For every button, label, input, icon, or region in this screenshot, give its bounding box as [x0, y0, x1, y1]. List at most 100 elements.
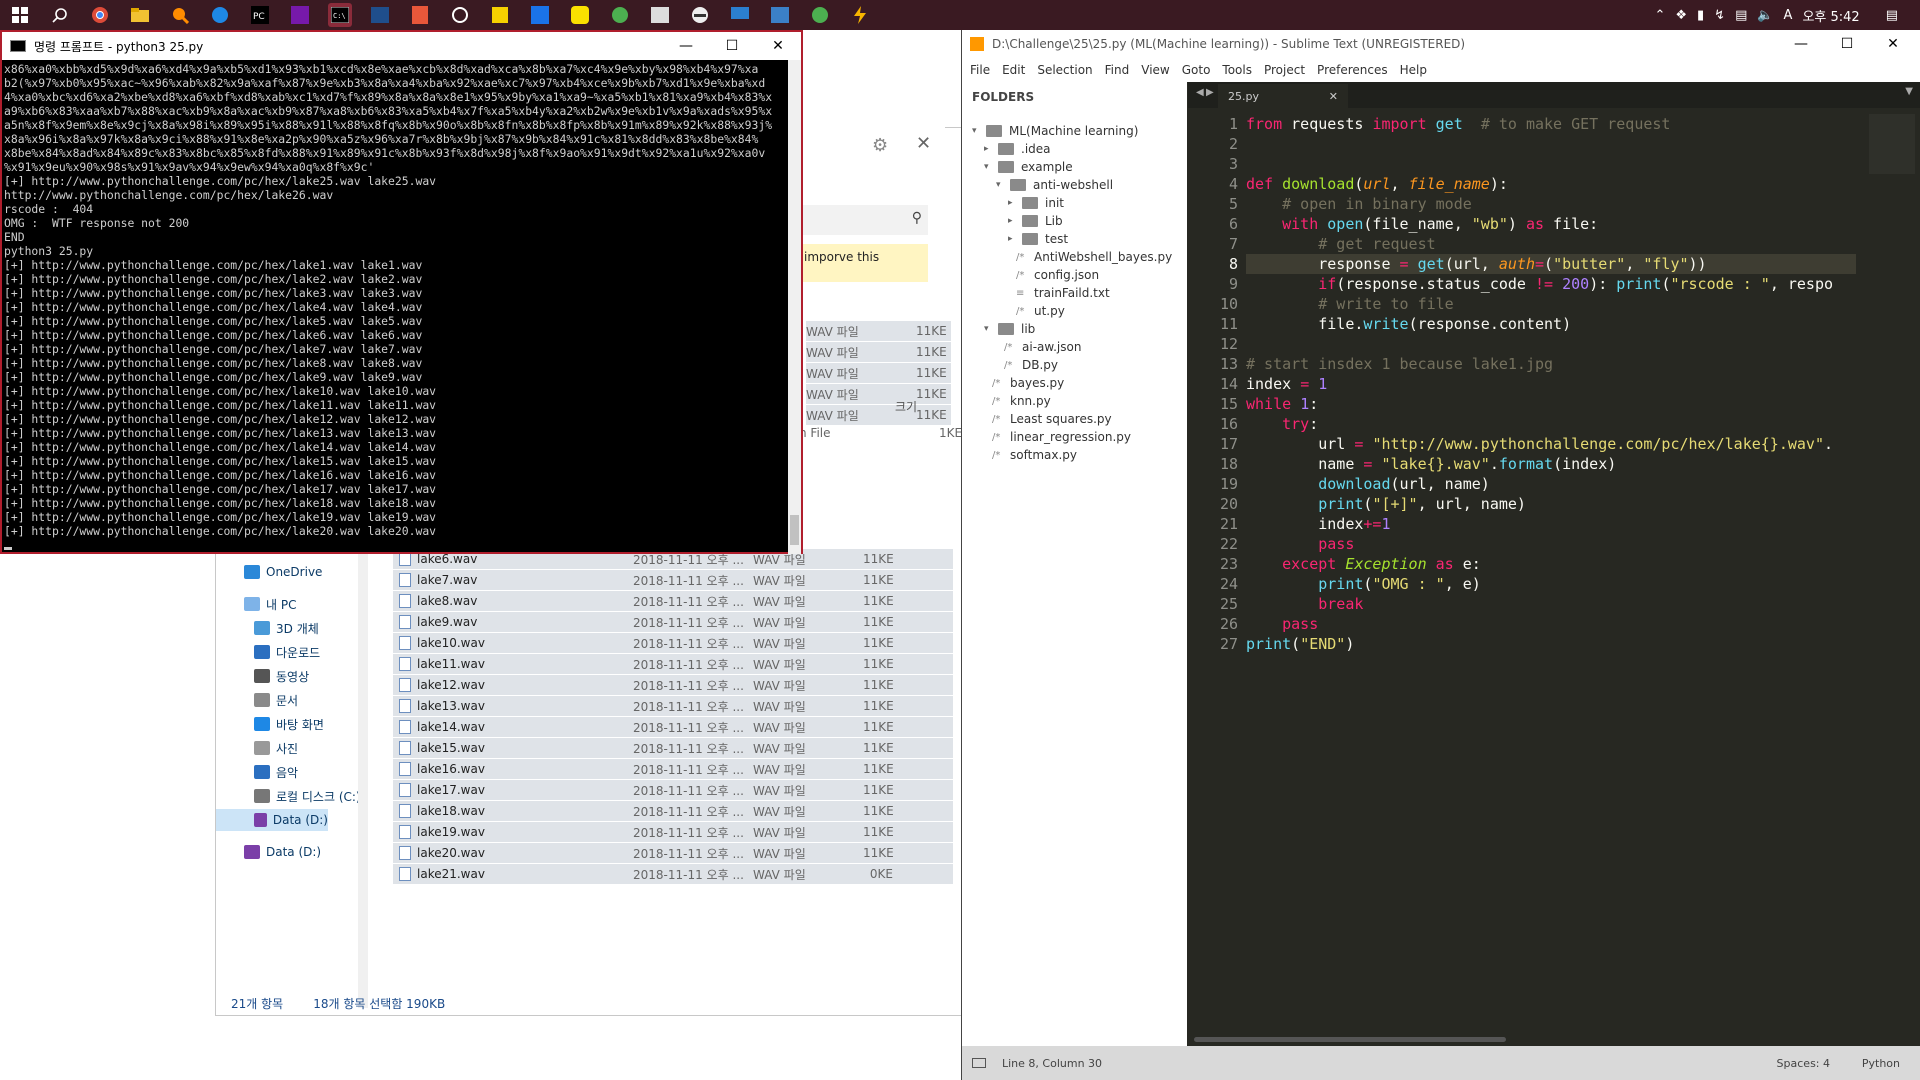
maximize-button[interactable]: ☐: [1824, 30, 1870, 58]
search-icon[interactable]: [48, 3, 72, 27]
nav-item[interactable]: 내 PC: [244, 593, 296, 615]
nav-item[interactable]: Data (D:): [216, 809, 328, 831]
code-line[interactable]: name = "lake{}.wav".format(index): [1246, 454, 1856, 474]
console-scrollbar[interactable]: [788, 60, 801, 554]
menu-item[interactable]: File: [970, 63, 990, 77]
network-app-icon[interactable]: [768, 3, 792, 27]
burp-icon[interactable]: [408, 3, 432, 27]
suggestion-banner[interactable]: imporve this: [800, 244, 928, 282]
close-tab-icon[interactable]: ✕: [1329, 90, 1338, 103]
file-row[interactable]: lake21.wav 2018-11-11 오후 ... WAV 파일 0KE: [393, 864, 953, 884]
syntax-setting[interactable]: Python: [1862, 1057, 1900, 1070]
code-line[interactable]: response = get(url, auth=("butter", "fly…: [1246, 254, 1856, 274]
edge-icon[interactable]: [208, 3, 232, 27]
menu-item[interactable]: Tools: [1222, 63, 1252, 77]
code-line[interactable]: if(response.status_code != 200): print("…: [1246, 274, 1856, 294]
file-row[interactable]: lake13.wav 2018-11-11 오후 ... WAV 파일 11KE: [393, 696, 953, 716]
panel-icon[interactable]: [972, 1058, 986, 1068]
tab-25py[interactable]: 25.py ✕: [1218, 84, 1348, 108]
console-output[interactable]: x86%xa0%xbb%xd5%x9d%xa6%xd4%x9a%xb5%xd1%…: [2, 60, 792, 554]
nav-item[interactable]: 동영상: [254, 665, 309, 687]
menu-item[interactable]: Selection: [1037, 63, 1092, 77]
code-line[interactable]: [1246, 134, 1856, 154]
file-row[interactable]: lake11.wav 2018-11-11 오후 ... WAV 파일 11KE: [393, 654, 953, 674]
file-row[interactable]: WAV 파일 11KE: [806, 342, 951, 362]
file-row[interactable]: lake9.wav 2018-11-11 오후 ... WAV 파일 11KE: [393, 612, 953, 632]
nav-scrollbar[interactable]: [358, 528, 368, 1008]
globe-icon[interactable]: [808, 3, 832, 27]
code-line[interactable]: def download(url, file_name):: [1246, 174, 1856, 194]
code-line[interactable]: print("[+]", url, name): [1246, 494, 1856, 514]
onenote-icon[interactable]: [288, 3, 312, 27]
code-line[interactable]: while 1:: [1246, 394, 1856, 414]
notification-icon[interactable]: ▤: [1886, 8, 1898, 23]
chevron-down-icon[interactable]: ▾: [984, 324, 998, 334]
kakaotalk-icon[interactable]: [568, 3, 592, 27]
code-line[interactable]: # get request: [1246, 234, 1856, 254]
close-button[interactable]: ✕: [1870, 30, 1916, 58]
nav-item[interactable]: 문서: [254, 689, 298, 711]
code-line[interactable]: index = 1: [1246, 374, 1856, 394]
bolt-icon[interactable]: [848, 3, 872, 27]
volume-icon[interactable]: 🔈: [1757, 8, 1773, 23]
chrome-icon[interactable]: [88, 3, 112, 27]
file-row[interactable]: lake20.wav 2018-11-11 오후 ... WAV 파일 11KE: [393, 843, 953, 863]
menu-item[interactable]: Find: [1105, 63, 1130, 77]
windows-start-icon[interactable]: [8, 3, 32, 27]
tab-next-icon[interactable]: ▶: [1206, 87, 1214, 98]
gear-icon[interactable]: ⚙: [872, 135, 888, 156]
minimap-viewport[interactable]: [1869, 114, 1915, 174]
tab-menu-icon[interactable]: ▼: [1905, 86, 1913, 97]
close-icon[interactable]: ✕: [916, 133, 931, 154]
menu-item[interactable]: Project: [1264, 63, 1305, 77]
file-row[interactable]: lake15.wav 2018-11-11 오후 ... WAV 파일 11KE: [393, 738, 953, 758]
chevron-right-icon[interactable]: ▸: [1008, 234, 1022, 244]
file-row[interactable]: lake8.wav 2018-11-11 오후 ... WAV 파일 11KE: [393, 591, 953, 611]
code-line[interactable]: pass: [1246, 614, 1856, 634]
code-line[interactable]: with open(file_name, "wb") as file:: [1246, 214, 1856, 234]
scroll-thumb[interactable]: [790, 515, 799, 545]
file-row[interactable]: WAV 파일 11KE: [806, 321, 951, 341]
ime-indicator[interactable]: A: [1784, 8, 1793, 23]
clock[interactable]: 오후 5:42: [1802, 6, 1859, 25]
menu-item[interactable]: Help: [1400, 63, 1427, 77]
chevron-up-icon[interactable]: ⌃: [1654, 8, 1665, 23]
code-line[interactable]: try:: [1246, 414, 1856, 434]
code-area[interactable]: from requests import get # to make GET r…: [1246, 114, 1856, 654]
file-row[interactable]: lake7.wav 2018-11-11 오후 ... WAV 파일 11KE: [393, 570, 953, 590]
file-row[interactable]: lake17.wav 2018-11-11 오후 ... WAV 파일 11KE: [393, 780, 953, 800]
search-app-icon[interactable]: [168, 3, 192, 27]
code-line[interactable]: index+=1: [1246, 514, 1856, 534]
code-line[interactable]: # start insdex 1 because lake1.jpg: [1246, 354, 1856, 374]
chevron-down-icon[interactable]: ▾: [984, 162, 998, 172]
sidebar-item[interactable]: /* softmax.py: [992, 444, 1077, 466]
nav-item[interactable]: 사진: [254, 737, 298, 759]
menu-item[interactable]: View: [1141, 63, 1169, 77]
window-app-icon[interactable]: [648, 3, 672, 27]
search-box[interactable]: ⚲: [800, 205, 928, 235]
network-icon[interactable]: ▤: [1735, 8, 1747, 23]
maps-icon[interactable]: [528, 3, 552, 27]
chevron-right-icon[interactable]: ▸: [1008, 216, 1022, 226]
menu-item[interactable]: Edit: [1002, 63, 1025, 77]
file-explorer-icon[interactable]: [128, 3, 152, 27]
file-row[interactable]: lake16.wav 2018-11-11 오후 ... WAV 파일 11KE: [393, 759, 953, 779]
maximize-button[interactable]: ☐: [709, 32, 755, 60]
dropbox-icon[interactable]: ❖: [1675, 8, 1687, 23]
file-row[interactable]: WAV 파일 11KE: [806, 363, 951, 383]
code-line[interactable]: url = "http://www.pythonchallenge.com/pc…: [1246, 434, 1856, 454]
code-line[interactable]: pass: [1246, 534, 1856, 554]
code-line[interactable]: download(url, name): [1246, 474, 1856, 494]
command-prompt-icon[interactable]: C:\: [328, 3, 352, 27]
sticky-notes-icon[interactable]: [488, 3, 512, 27]
file-row[interactable]: WAV 파일 11KE: [806, 405, 951, 425]
minimap[interactable]: [1861, 108, 1920, 1046]
code-line[interactable]: except Exception as e:: [1246, 554, 1856, 574]
nav-item[interactable]: 3D 개체: [254, 617, 319, 639]
file-row[interactable]: WAV 파일 11KE: [806, 384, 951, 404]
nav-item[interactable]: 음악: [254, 761, 298, 783]
indentation-setting[interactable]: Spaces: 4: [1777, 1057, 1830, 1070]
github-icon[interactable]: [448, 3, 472, 27]
search-icon[interactable]: ⚲: [912, 210, 922, 226]
tab-prev-icon[interactable]: ◀: [1196, 87, 1204, 98]
